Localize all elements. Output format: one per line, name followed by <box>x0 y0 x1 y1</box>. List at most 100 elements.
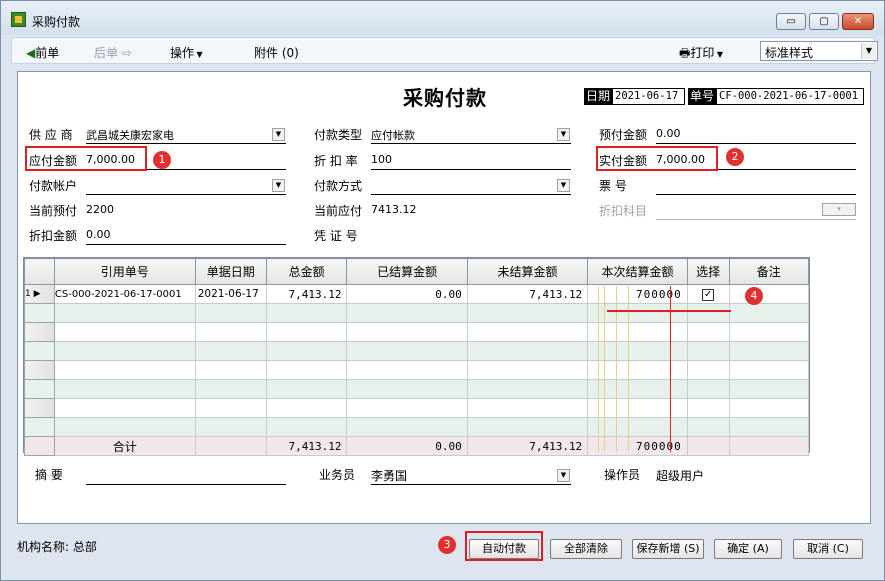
voucher-label: 凭 证 号 <box>314 229 358 243</box>
discount-subject-underline <box>656 219 856 220</box>
attachments-button[interactable]: 附件 (0) <box>254 44 299 61</box>
doc-no-field[interactable]: CF-000-2021-06-17-0001 <box>716 88 864 105</box>
total-label: 合计 <box>53 436 196 456</box>
minimize-button[interactable]: ▭ <box>776 13 806 30</box>
print-style-select[interactable]: 标准样式 ▼ <box>760 41 878 61</box>
row-number: 1 <box>25 289 31 299</box>
cancel-button[interactable]: 取消 (C) <box>793 539 863 559</box>
annotation-badge-3: 3 <box>438 536 456 554</box>
row-indicator[interactable]: 1 ▶ <box>24 284 55 304</box>
next-button[interactable]: 后单 ⇨ <box>94 44 132 61</box>
table-row[interactable] <box>24 341 810 361</box>
supplier-underline <box>86 143 286 144</box>
chevron-down-icon[interactable]: ▾ <box>822 203 856 216</box>
caret-down-icon: ▼ <box>194 50 203 59</box>
staff-label: 业务员 <box>319 468 356 482</box>
note-cell[interactable] <box>728 284 810 304</box>
chevron-down-icon[interactable]: ▼ <box>557 128 570 141</box>
table-row[interactable] <box>24 417 810 437</box>
actions-menu[interactable]: 操作 ▼ <box>170 44 203 61</box>
select-cell[interactable]: ✓ <box>686 284 730 304</box>
payment-method-label: 付款方式 <box>314 179 363 193</box>
ref-no-cell[interactable]: CS-000-2021-06-17-0001 <box>53 284 196 304</box>
discount-subject-label: 折扣科目 <box>599 204 648 218</box>
clear-all-button[interactable]: 全部清除 <box>550 539 622 559</box>
select-checkbox[interactable]: ✓ <box>702 289 715 301</box>
doc-date-cell[interactable]: 2021-06-17 <box>194 284 267 304</box>
table-row[interactable]: 1 ▶ CS-000-2021-06-17-0001 2021-06-17 7,… <box>24 284 810 304</box>
operator-value: 超级用户 <box>656 469 705 483</box>
column-header[interactable]: 备注 <box>728 258 810 285</box>
ticket-no-label: 票 号 <box>599 179 627 193</box>
unsettled-sum: 7,413.12 <box>466 436 589 456</box>
table-row[interactable] <box>24 360 810 380</box>
current-prepay-value: 2200 <box>86 203 114 216</box>
chevron-down-icon[interactable]: ▼ <box>272 128 285 141</box>
staff-underline <box>371 484 571 485</box>
column-header[interactable]: 总金额 <box>265 258 348 285</box>
discount-amount-underline <box>86 244 286 245</box>
digit-guide <box>598 286 599 452</box>
row-indicator <box>24 436 55 456</box>
toolbar: ◀前单 后单 ⇨ 操作 ▼ 附件 (0) 🖶打印 ▼ 标准样式 ▼ <box>11 37 878 65</box>
column-header[interactable]: 本次结算金额 <box>587 258 688 285</box>
current-payable-label: 当前应付 <box>314 204 363 218</box>
column-header[interactable]: 单据日期 <box>194 258 267 285</box>
column-header[interactable]: 引用单号 <box>53 258 196 285</box>
date-label: 日期 <box>584 88 613 105</box>
table-row[interactable] <box>24 379 810 399</box>
total-cell[interactable]: 7,413.12 <box>265 284 348 304</box>
discount-rate-field[interactable]: 100 <box>371 153 392 166</box>
chevron-down-icon[interactable]: ▼ <box>272 179 285 192</box>
this-settlement-cell[interactable]: 700000 <box>587 284 688 304</box>
prev-button[interactable]: ◀前单 <box>26 44 59 61</box>
column-header[interactable]: 未结算金额 <box>466 258 589 285</box>
payment-type-underline <box>371 143 571 144</box>
caret-down-icon: ▼ <box>714 50 724 59</box>
chevron-down-icon[interactable]: ▼ <box>557 469 570 482</box>
discount-rate-label: 折 扣 率 <box>314 154 358 168</box>
current-payable-value: 7413.12 <box>371 203 417 216</box>
current-prepay-label: 当前预付 <box>29 204 78 218</box>
settled-cell[interactable]: 0.00 <box>346 284 468 304</box>
print-label: 打印 <box>690 46 715 60</box>
payment-type-field[interactable]: 应付帐款 <box>371 127 415 143</box>
title-bar[interactable]: 采购付款 ▭ ▢ ✕ <box>1 1 884 35</box>
close-button[interactable]: ✕ <box>842 13 874 30</box>
save-new-button[interactable]: 保存新增 (S) <box>632 539 704 559</box>
discount-amount-label: 折扣金额 <box>29 229 78 243</box>
column-header[interactable]: 选择 <box>686 258 730 285</box>
date-field[interactable]: 2021-06-17 <box>612 88 685 105</box>
annotation-badge-2: 2 <box>726 148 744 166</box>
doc-no-label: 单号 <box>688 88 717 105</box>
table-row[interactable] <box>24 322 810 342</box>
summary-label: 摘 要 <box>35 468 63 482</box>
payment-form: 采购付款 日期 2021-06-17 单号 CF-000-2021-06-17-… <box>17 71 871 524</box>
table-row[interactable] <box>24 398 810 418</box>
app-icon <box>11 12 26 27</box>
discount-amount-field[interactable]: 0.00 <box>86 228 111 241</box>
unsettled-cell[interactable]: 7,413.12 <box>466 284 589 304</box>
confirm-button[interactable]: 确定 (A) <box>714 539 782 559</box>
digit-guide <box>604 286 605 452</box>
settled-sum: 0.00 <box>346 436 468 456</box>
chevron-down-icon[interactable]: ▼ <box>861 43 876 59</box>
annotation-underline <box>607 310 731 312</box>
table-row[interactable] <box>24 303 810 323</box>
ticket-no-underline <box>656 194 856 195</box>
supplier-field[interactable]: 武昌城关康宏家电 <box>86 127 174 143</box>
prepaid-field[interactable]: 0.00 <box>656 127 681 140</box>
purchase-payment-window: 采购付款 ▭ ▢ ✕ ◀前单 后单 ⇨ 操作 ▼ 附件 (0) 🖶打印 ▼ 标准… <box>0 0 885 581</box>
prev-label: 前单 <box>35 46 60 60</box>
column-header[interactable]: 已结算金额 <box>346 258 468 285</box>
maximize-button[interactable]: ▢ <box>809 13 839 30</box>
print-button[interactable]: 🖶打印 ▼ <box>679 44 723 65</box>
staff-field[interactable]: 李勇国 <box>371 467 407 484</box>
auto-pay-button[interactable]: 自动付款 <box>469 539 539 559</box>
total-row: 合计 7,413.12 0.00 7,413.12 700000 <box>24 436 810 456</box>
supplier-label: 供 应 商 <box>29 128 73 142</box>
payment-type-label: 付款类型 <box>314 128 363 142</box>
chevron-down-icon[interactable]: ▼ <box>557 179 570 192</box>
settlement-table: 引用单号 单据日期 总金额 已结算金额 未结算金额 本次结算金额 选择 备注 1… <box>24 258 810 456</box>
row-header-corner <box>24 258 55 285</box>
